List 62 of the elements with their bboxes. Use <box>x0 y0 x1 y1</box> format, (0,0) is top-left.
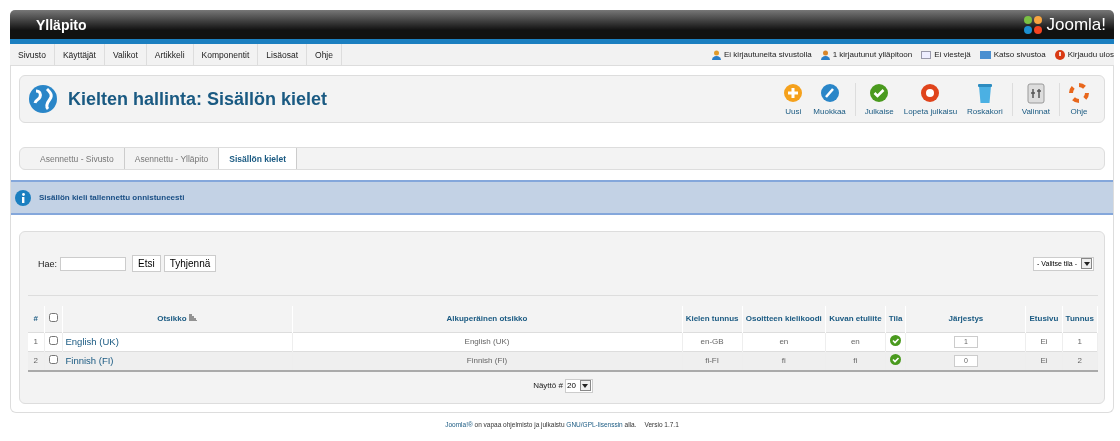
status-link[interactable]: Kirjaudu ulos <box>1054 49 1114 60</box>
screen-icon <box>979 50 991 59</box>
stop-icon <box>920 82 941 105</box>
toolbar-button[interactable]: Ohje <box>1066 82 1092 116</box>
menu-item[interactable]: Lisäosat <box>258 44 307 65</box>
row-number: 2 <box>28 351 44 370</box>
plus-icon <box>783 82 804 105</box>
toolbar-button[interactable]: Uusi <box>780 82 807 116</box>
column-header[interactable]: Otsikko <box>157 314 189 324</box>
menu-item[interactable]: Käyttäjät <box>54 44 105 65</box>
user-icon <box>820 49 830 60</box>
pencil-icon <box>819 82 840 105</box>
options-icon <box>1025 82 1046 105</box>
sort-icon <box>188 314 197 322</box>
page-title: Kielten hallinta: Sisällön kielet <box>68 88 328 110</box>
message-icon <box>921 50 932 59</box>
toolbar-button[interactable]: Roskakori <box>964 82 1006 116</box>
table-cell: fi-FI <box>682 351 743 370</box>
caret-icon <box>1081 258 1092 269</box>
search-button[interactable]: Etsi <box>132 255 161 272</box>
logo-icon <box>1023 14 1044 35</box>
limit-select[interactable]: 20 <box>564 378 593 393</box>
table-cell: 2 <box>1062 351 1098 370</box>
status-link[interactable]: 1 kirjautunut ylläpitoon <box>820 49 913 60</box>
logo-text: Joomla! <box>1046 14 1106 35</box>
status-link[interactable]: Katso sivustoa <box>979 50 1046 59</box>
row-checkbox[interactable] <box>48 355 58 365</box>
lifebuoy-icon <box>1069 82 1089 105</box>
menu-item[interactable]: Artikkeli <box>146 44 194 65</box>
table-cell: fi <box>825 351 886 370</box>
search-field[interactable] <box>60 256 126 271</box>
published-icon[interactable] <box>890 335 902 346</box>
info-icon <box>15 189 31 206</box>
menu-item[interactable]: Komponentit <box>193 44 259 65</box>
header-title: Ylläpito <box>36 16 87 33</box>
table-cell: fi <box>742 351 826 370</box>
toolbar-button[interactable]: Lopeta julkaisu <box>900 82 961 116</box>
search-label: Hae: <box>38 258 57 269</box>
logout-icon <box>1054 49 1065 60</box>
user-icon <box>712 49 722 60</box>
menu-item[interactable]: Ohje <box>307 44 342 65</box>
toolbar-button[interactable]: Valinnat <box>1018 82 1053 116</box>
check-icon <box>869 82 890 105</box>
subtab[interactable]: Asennettu - Sivusto <box>30 148 125 169</box>
status-link[interactable]: Ei viestejä <box>921 50 971 59</box>
table-cell: Ei <box>1025 351 1062 370</box>
toolbar-button[interactable]: Julkaise <box>861 82 897 116</box>
clear-button[interactable]: Tyhjennä <box>163 255 217 272</box>
toolbar-button[interactable]: Muokkaa <box>810 82 849 116</box>
row-checkbox[interactable] <box>48 336 58 345</box>
subtab[interactable]: Sisällön kielet <box>219 148 297 169</box>
language-link[interactable]: English (UK) <box>65 336 119 347</box>
pagination-label: Näyttö # <box>533 381 563 390</box>
language-link[interactable]: Finnish (FI) <box>65 355 114 367</box>
menu-item[interactable]: Valikot <box>104 44 147 65</box>
table-cell: Finnish (FI) <box>292 351 682 370</box>
select-all-checkbox[interactable] <box>48 313 58 323</box>
menu-item[interactable]: Sivusto <box>10 44 55 65</box>
published-icon[interactable] <box>890 354 902 366</box>
message-text: Sisällön kieli tallennettu onnistuneesti <box>39 193 185 202</box>
status-link[interactable]: Ei kirjautuneita sivustolla <box>712 49 812 60</box>
caret-icon <box>579 380 591 391</box>
